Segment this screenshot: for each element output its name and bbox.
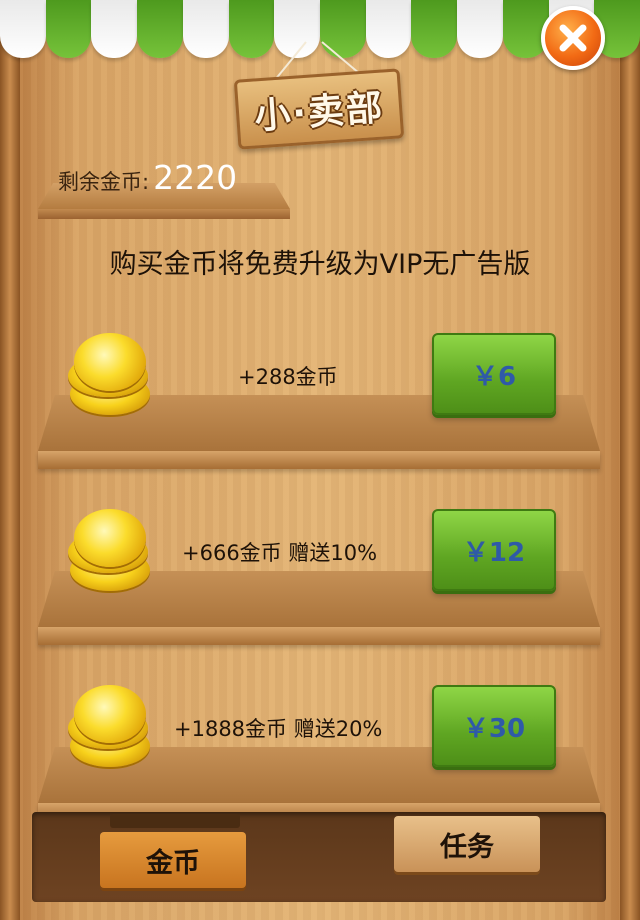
coin-stack-icon bbox=[68, 509, 150, 591]
balance-value: 2220 bbox=[153, 158, 238, 197]
close-button[interactable] bbox=[541, 6, 605, 70]
shop-item-1888: +1888金币 赠送20% ￥30 bbox=[38, 685, 600, 825]
item-amount: +288金币 bbox=[238, 365, 338, 389]
shop-item-666: +666金币 赠送10% ￥12 bbox=[38, 509, 600, 649]
balance-label: 剩余金币: bbox=[58, 170, 150, 194]
price-label: ￥12 bbox=[462, 537, 526, 568]
tab-tasks[interactable]: 任务 bbox=[394, 816, 540, 872]
buy-button-6[interactable]: ￥6 bbox=[432, 333, 556, 415]
coin-stack-icon bbox=[68, 333, 150, 415]
bottom-tab-bar: 金币 任务 bbox=[32, 812, 606, 902]
coin-stack-icon bbox=[68, 685, 150, 767]
frame-post-right bbox=[620, 0, 640, 920]
close-icon bbox=[559, 24, 587, 52]
shop-sign-title: 小·卖部 bbox=[253, 87, 386, 138]
item-amount: +666金币 赠送10% bbox=[182, 541, 378, 565]
shop-sign: 小·卖部 bbox=[233, 68, 405, 150]
frame-post-left bbox=[0, 0, 20, 920]
buy-button-30[interactable]: ￥30 bbox=[432, 685, 556, 767]
vip-promo-text: 购买金币将免费升级为VIP无广告版 bbox=[109, 249, 531, 280]
buy-button-12[interactable]: ￥12 bbox=[432, 509, 556, 591]
tab-gold[interactable]: 金币 bbox=[100, 832, 246, 888]
coin-balance: 剩余金币: 2220 bbox=[58, 158, 237, 197]
item-amount: +1888金币 赠送20% bbox=[174, 717, 383, 741]
price-label: ￥6 bbox=[471, 361, 517, 392]
price-label: ￥30 bbox=[462, 713, 526, 744]
shop-item-288: +288金币 ￥6 bbox=[38, 333, 600, 473]
